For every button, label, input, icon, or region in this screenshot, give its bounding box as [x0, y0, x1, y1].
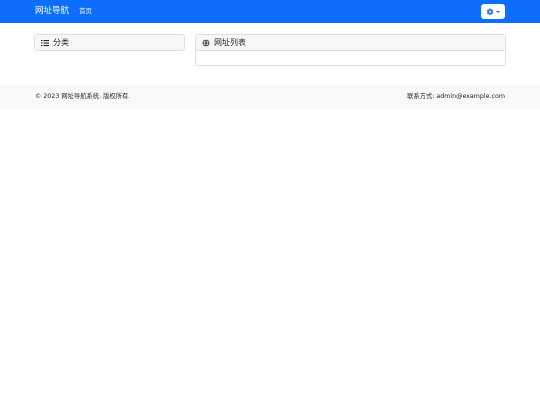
category-card-header: 分类 — [35, 35, 184, 50]
nav-link-home[interactable]: 首页 — [79, 0, 92, 23]
url-list-card-title: 网址列表 — [214, 38, 246, 47]
settings-dropdown-button[interactable] — [481, 4, 505, 19]
globe-icon — [202, 38, 210, 47]
category-card: 分类 — [34, 34, 185, 51]
chevron-down-icon — [496, 11, 500, 13]
footer-copyright: © 2023 网址导航系统. 版权所有. — [35, 93, 131, 100]
gear-icon — [486, 8, 494, 15]
navbar-brand[interactable]: 网址导航 — [35, 0, 69, 23]
url-list-card-header: 网址列表 — [196, 35, 505, 51]
list-icon — [41, 39, 49, 46]
category-card-title: 分类 — [53, 38, 69, 47]
url-list-card: 网址列表 — [195, 34, 506, 66]
top-navbar: 网址导航 首页 — [0, 0, 540, 23]
footer-contact: 联系方式: admin@example.com — [407, 93, 505, 100]
page-footer: © 2023 网址导航系统. 版权所有. 联系方式: admin@example… — [0, 85, 540, 109]
